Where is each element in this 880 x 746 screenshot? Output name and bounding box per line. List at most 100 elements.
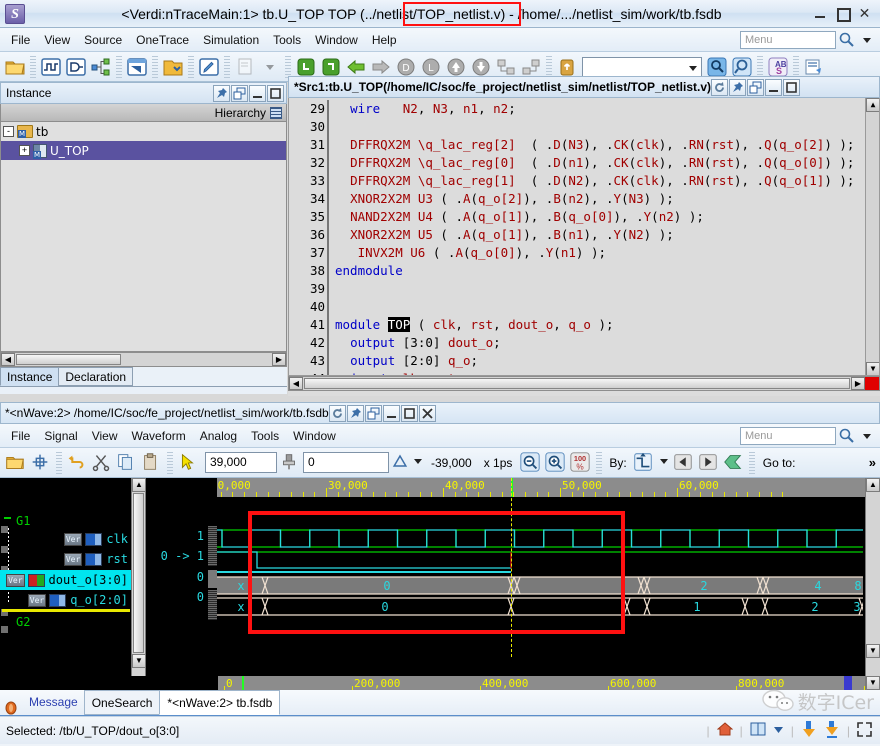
zoom-out-icon[interactable]	[519, 451, 543, 475]
open-folder-icon[interactable]	[3, 55, 27, 79]
minimize-icon[interactable]	[814, 7, 827, 20]
schematic-icon[interactable]	[64, 55, 88, 79]
maximize-icon[interactable]	[401, 405, 418, 422]
close-icon[interactable]: ✕	[858, 7, 871, 20]
signal-row-rst[interactable]: Ver rst	[0, 549, 131, 569]
signal-row-q-o[interactable]: Ver q_o[2:0]	[0, 590, 131, 610]
chevron-down-icon[interactable]	[773, 724, 784, 738]
chevron-down-icon[interactable]	[858, 427, 876, 445]
undock-icon[interactable]	[231, 85, 248, 102]
annotate-icon[interactable]	[802, 55, 826, 79]
menu-search-input[interactable]: Menu	[740, 31, 836, 49]
cursor1-time-input[interactable]: 39,000	[205, 452, 277, 473]
menu-source[interactable]: Source	[77, 31, 129, 49]
overview-thumb[interactable]	[208, 526, 217, 566]
cursor-line[interactable]	[511, 478, 512, 657]
find-zoom-icon[interactable]	[730, 55, 754, 79]
down-circle-icon[interactable]	[469, 55, 493, 79]
signal-row-clk[interactable]: Ver clk	[0, 529, 131, 549]
signal-list-vscrollbar[interactable]: ▲ ▼	[131, 478, 146, 676]
tree-row[interactable]: - tb	[1, 122, 286, 141]
edge-icon[interactable]	[632, 451, 656, 475]
scroll-up-icon[interactable]: ▲	[866, 98, 880, 112]
delta-triangle-icon[interactable]	[390, 451, 410, 475]
open-folder-icon[interactable]	[4, 451, 28, 475]
instance-tree-hscrollbar[interactable]: ◀ ▶	[0, 352, 287, 367]
wave-menu-file[interactable]: File	[4, 427, 37, 445]
wave-menu-analog[interactable]: Analog	[193, 427, 244, 445]
bookmark-icon[interactable]	[722, 451, 746, 475]
group-label-g2[interactable]: G2	[16, 615, 30, 629]
menu-help[interactable]: Help	[365, 31, 404, 49]
code-line[interactable]: 42 output [3:0] dout_o;	[289, 334, 879, 352]
scroll-down-icon[interactable]: ▼	[866, 362, 880, 376]
minimize-icon[interactable]	[249, 85, 266, 102]
dropdown-arrow-icon[interactable]	[411, 451, 425, 475]
code-line[interactable]: 37 INVX2M U6 ( .A(q_o[0]), .Y(n1) );	[289, 244, 879, 262]
pin-icon[interactable]	[213, 85, 230, 102]
load-icon[interactable]: L	[419, 55, 443, 79]
scroll-down-icon[interactable]: ▼	[866, 644, 880, 658]
expand-tree-icon[interactable]	[494, 55, 518, 79]
menu-window[interactable]: Window	[308, 31, 365, 49]
fullscreen-icon[interactable]	[857, 722, 872, 740]
minimize-icon[interactable]	[383, 405, 400, 422]
source-vscrollbar[interactable]: ▲ ▼	[865, 98, 879, 376]
code-line[interactable]: 29 wire N2, N3, n1, n2;	[289, 100, 879, 118]
expander-icon[interactable]: -	[3, 126, 14, 137]
main-search-combo[interactable]	[582, 57, 702, 77]
window-icon[interactable]	[750, 721, 766, 740]
up-circle-icon[interactable]	[444, 55, 468, 79]
dropdown-arrow-icon[interactable]	[657, 451, 671, 475]
bottom-tab-message[interactable]: Message	[22, 690, 85, 715]
chevron-down-icon[interactable]	[858, 31, 876, 49]
wave-menu-window[interactable]: Window	[286, 427, 343, 445]
code-line[interactable]: 44 input clk, rst;	[289, 370, 879, 376]
overview-thumb[interactable]	[208, 570, 217, 588]
scroll-right-icon[interactable]: ▶	[272, 353, 286, 366]
signal-name-column[interactable]: G1 Ver clk Ver rst	[0, 478, 131, 676]
wave-menu-view[interactable]: View	[85, 427, 125, 445]
time-ruler-top[interactable]: 20,00030,00040,00050,00060,000	[217, 478, 865, 497]
undo-icon[interactable]	[65, 451, 89, 475]
driver-icon[interactable]: D	[394, 55, 418, 79]
copy-icon[interactable]	[115, 451, 139, 475]
menu-tools[interactable]: Tools	[266, 31, 308, 49]
scroll-up-icon[interactable]: ▲	[132, 478, 146, 492]
source-hscrollbar[interactable]: ◀ ▶	[288, 376, 880, 391]
pin-icon[interactable]	[347, 405, 364, 422]
lock-icon[interactable]	[555, 55, 579, 79]
collapse-tree-icon[interactable]	[519, 55, 543, 79]
waveform-vscrollbar[interactable]: ▲ ▼	[865, 478, 880, 676]
prev-arrow-icon[interactable]	[672, 451, 696, 475]
signal-row-dout-o[interactable]: Ver dout_o[3:0]	[0, 570, 131, 590]
next-arrow-icon[interactable]	[697, 451, 721, 475]
code-line[interactable]: 39	[289, 280, 879, 298]
tree-row[interactable]: + U_TOP	[1, 141, 286, 160]
edit-pencil-icon[interactable]	[197, 55, 221, 79]
vscroll-thumb[interactable]	[133, 493, 144, 653]
scroll-left-icon[interactable]: ◀	[289, 377, 303, 390]
code-line[interactable]: 33 DFFRQX2M \q_lac_reg[1] ( .D(N2), .CK(…	[289, 172, 879, 190]
code-line[interactable]: 32 DFFRQX2M \q_lac_reg[0] ( .D(n1), .CK(…	[289, 154, 879, 172]
cut-icon[interactable]	[90, 451, 114, 475]
minimize-icon[interactable]	[765, 79, 782, 96]
home-icon[interactable]	[717, 721, 733, 740]
pin-icon[interactable]	[729, 79, 746, 96]
scroll-down-icon[interactable]: ▼	[132, 654, 146, 668]
back-arrow-icon[interactable]	[344, 55, 368, 79]
code-line[interactable]: 43 output [2:0] q_o;	[289, 352, 879, 370]
menu-find-icon[interactable]	[838, 31, 856, 49]
wave-menu-signal[interactable]: Signal	[37, 427, 84, 445]
hscroll-thumb[interactable]	[304, 378, 850, 389]
refresh-icon[interactable]	[711, 79, 728, 96]
folder-import-icon[interactable]	[161, 55, 185, 79]
menu-view[interactable]: View	[37, 31, 77, 49]
abs-icon[interactable]: ABS	[766, 55, 790, 79]
menu-simulation[interactable]: Simulation	[196, 31, 266, 49]
scroll-right-icon[interactable]: ▶	[851, 377, 865, 390]
code-line[interactable]: 31 DFFRQX2M \q_lac_reg[2] ( .D(N3), .CK(…	[289, 136, 879, 154]
goto-down-icon[interactable]	[294, 55, 318, 79]
undock-icon[interactable]	[747, 79, 764, 96]
bottom-tab-nwave[interactable]: *<nWave:2> tb.fsdb	[159, 690, 280, 715]
